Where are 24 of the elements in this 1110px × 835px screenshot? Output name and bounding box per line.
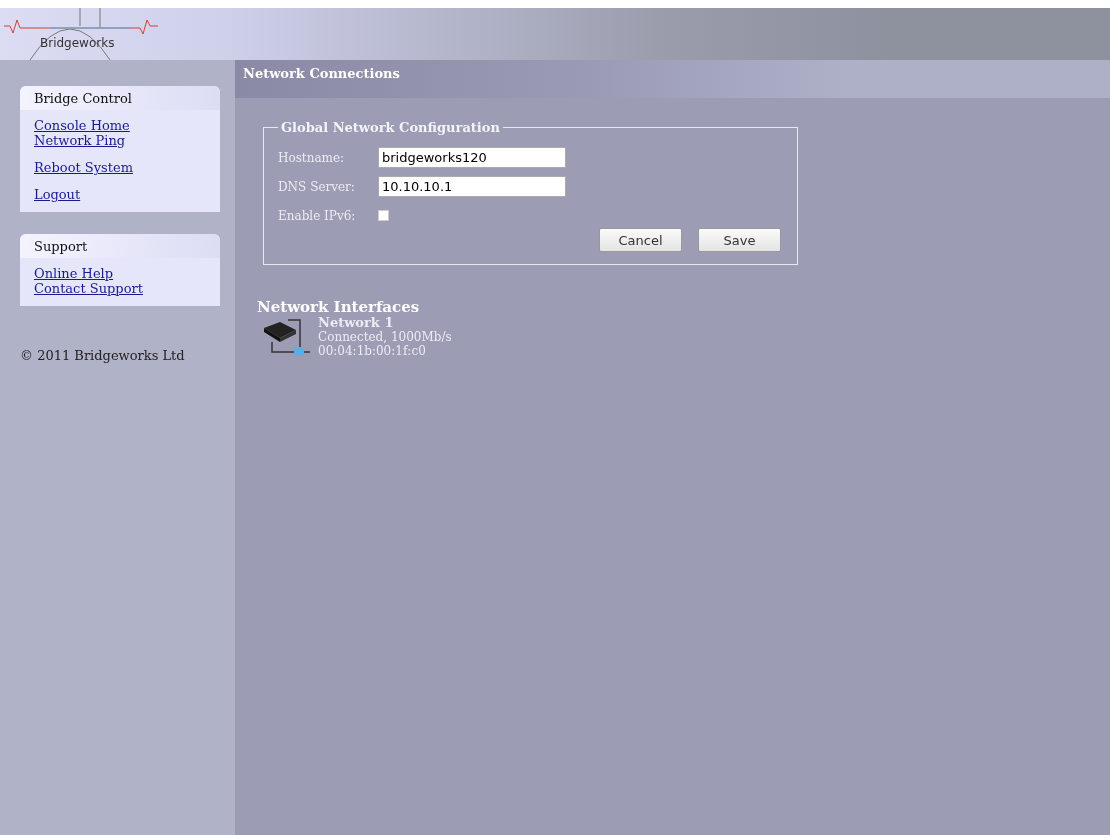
sidebar-link[interactable]: Network Ping (34, 133, 126, 148)
sidebar-link[interactable]: Online Help (34, 266, 114, 281)
sidebar-link[interactable]: Reboot System (34, 160, 133, 175)
sidebar-link[interactable]: Console Home (34, 118, 130, 133)
form-button[interactable]: Save (698, 228, 781, 252)
field-label: Hostname: (278, 150, 346, 165)
panel-title: Support (20, 234, 220, 258)
section-heading: Network Interfaces (257, 298, 421, 316)
checkbox[interactable] (378, 210, 389, 221)
input-field[interactable]: bridgeworks120 (378, 147, 566, 168)
field-label: DNS Server: (278, 179, 356, 194)
copyright-text: © 2011 Bridgeworks Ltd (20, 348, 186, 363)
input-field[interactable]: 10.10.10.1 (378, 176, 566, 197)
interface-status: Connected, 1000Mb/s (318, 330, 452, 344)
panel-title: Bridge Control (20, 86, 220, 110)
group-legend: Global Network Configuration (278, 120, 503, 135)
sidebar-link[interactable]: Logout (34, 187, 81, 202)
field-label: Enable IPv6: (278, 208, 357, 223)
interface-name: Network 1 (318, 316, 395, 330)
page-title: Network Connections (243, 65, 400, 81)
sidebar-link[interactable]: Contact Support (34, 281, 143, 296)
mac-address: 00:04:1b:00:1f:c0 (318, 344, 427, 358)
logo-text: Bridgeworks (40, 36, 115, 50)
form-button[interactable]: Cancel (599, 228, 682, 252)
